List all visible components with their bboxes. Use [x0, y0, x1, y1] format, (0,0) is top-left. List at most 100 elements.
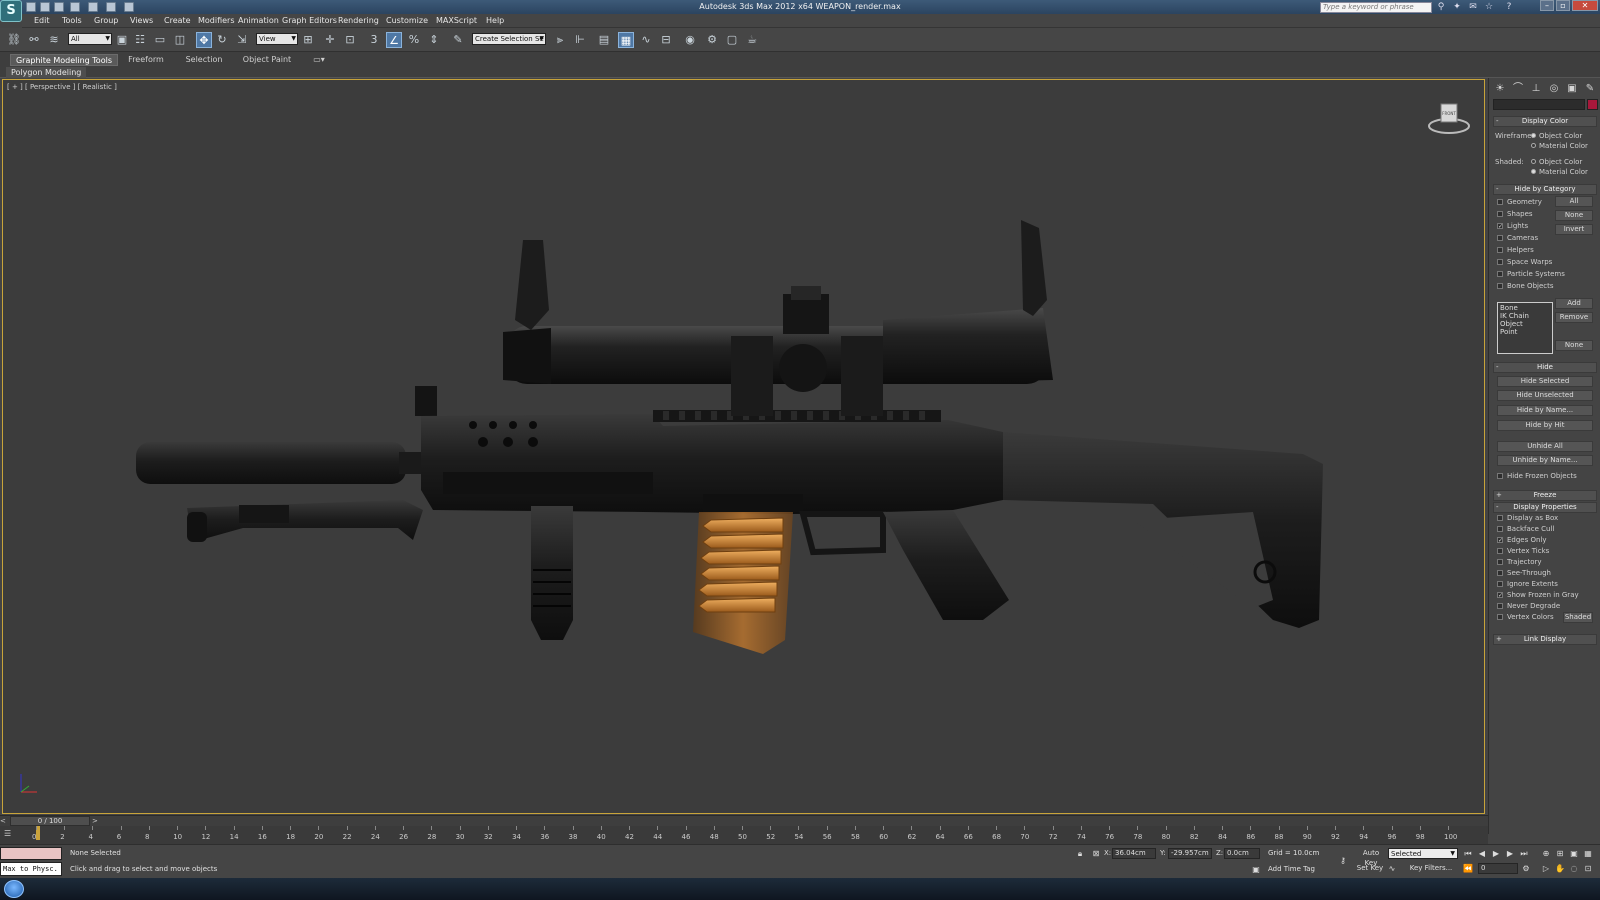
trigger-guard[interactable] [799, 511, 886, 556]
new-file-icon[interactable] [26, 2, 36, 12]
orbit-icon[interactable]: ◌ [1568, 863, 1580, 874]
layer-manager-icon[interactable]: ▤ [596, 32, 612, 48]
favorites-star-icon[interactable]: ☆ [1484, 2, 1494, 12]
project-folder-icon[interactable] [106, 2, 116, 12]
select-and-rotate-icon[interactable]: ↻ [214, 32, 230, 48]
list-item[interactable]: Point [1500, 328, 1550, 336]
select-and-move-icon[interactable]: ✥ [196, 32, 212, 48]
category-invert-button[interactable]: Invert [1555, 224, 1593, 235]
tab-selection[interactable]: Selection [176, 54, 232, 66]
suppressor[interactable] [136, 442, 406, 484]
category-checkbox[interactable] [1497, 247, 1503, 253]
select-by-name-icon[interactable]: ☷ [132, 32, 148, 48]
menu-tools[interactable]: Tools [62, 16, 82, 25]
material-editor-icon[interactable]: ◉ [682, 32, 698, 48]
category-checkbox[interactable] [1497, 235, 1503, 241]
menu-animation[interactable]: Animation [238, 16, 279, 25]
ribbon-minimize-icon[interactable]: ▭▾ [310, 54, 328, 66]
reference-coordinate-dropdown[interactable]: View ▼ [256, 33, 298, 45]
modify-tab-icon[interactable]: ⌒ [1511, 82, 1525, 96]
object-color-swatch[interactable] [1587, 99, 1598, 110]
menu-modifiers[interactable]: Modifiers [198, 16, 235, 25]
menu-customize[interactable]: Customize [386, 16, 428, 25]
bind-to-space-warp-icon[interactable]: ≋ [46, 32, 62, 48]
z-coord-field[interactable]: 0.0cm [1224, 848, 1260, 859]
hide-selected-button[interactable]: Hide Selected [1497, 376, 1593, 387]
select-object-icon[interactable]: ▣ [114, 32, 130, 48]
shaded-material-color-radio[interactable] [1531, 169, 1536, 174]
close-button[interactable]: ✕ [1572, 0, 1598, 11]
menu-views[interactable]: Views [130, 16, 153, 25]
category-none-list-button[interactable]: None [1555, 340, 1593, 351]
time-slider[interactable]: 0 / 100 < > [0, 815, 1488, 826]
display-property-checkbox[interactable] [1497, 526, 1503, 532]
display-property-checkbox[interactable] [1497, 548, 1503, 554]
save-file-icon[interactable] [54, 2, 64, 12]
keyboard-shortcut-override-icon[interactable]: ⊡ [342, 32, 358, 48]
wireframe-material-color-radio[interactable] [1531, 143, 1536, 148]
category-checkbox[interactable] [1497, 211, 1503, 217]
redo-icon[interactable] [88, 2, 98, 12]
percent-snap-icon[interactable]: % [406, 32, 422, 48]
polygon-modeling-panel[interactable]: Polygon Modeling [6, 67, 87, 78]
vertical-grip[interactable] [531, 506, 573, 640]
play-icon[interactable]: ▶ [1490, 848, 1502, 859]
communication-center-icon[interactable]: ✉ [1468, 2, 1478, 12]
tab-graphite-modeling-tools[interactable]: Graphite Modeling Tools [10, 54, 118, 66]
hide-by-hit-button[interactable]: Hide by Hit [1497, 420, 1593, 431]
object-name-field[interactable] [1493, 99, 1585, 110]
time-slider-prev-icon[interactable]: < [0, 816, 8, 826]
menu-maxscript[interactable]: MAXScript [436, 16, 477, 25]
perspective-viewport[interactable]: [ + ] [ Perspective ] [ Realistic ] FRON… [2, 79, 1485, 814]
menu-graph-editors[interactable]: Graph Editors [282, 16, 337, 25]
key-mode-toggle-icon[interactable]: ⏪ [1462, 863, 1474, 874]
menu-group[interactable]: Group [94, 16, 118, 25]
set-key-button[interactable]: Set Key [1356, 863, 1384, 874]
tangent-icon[interactable]: ∿ [1386, 863, 1398, 874]
rollout-freeze[interactable]: + Freeze [1493, 490, 1597, 501]
window-crossing-icon[interactable]: ◫ [172, 32, 188, 48]
category-none-button[interactable]: None [1555, 210, 1593, 221]
snaps-toggle-icon[interactable]: 3 [366, 32, 382, 48]
previous-frame-icon[interactable]: ◀ [1476, 848, 1488, 859]
spinner-snap-icon[interactable]: ⇕ [426, 32, 442, 48]
menu-rendering[interactable]: Rendering [338, 16, 379, 25]
mirror-icon[interactable]: ⫸ [552, 32, 568, 48]
selection-lock-icon[interactable]: 🔒︎ [1074, 848, 1086, 859]
start-button[interactable] [4, 880, 24, 898]
minimize-button[interactable]: – [1540, 0, 1554, 11]
named-selection-dropdown[interactable]: Create Selection Se ▼ [472, 33, 546, 45]
maximize-button[interactable]: ▫ [1556, 0, 1570, 11]
category-checkbox[interactable] [1497, 283, 1503, 289]
undo-icon[interactable] [70, 2, 80, 12]
unhide-all-button[interactable]: Unhide All [1497, 441, 1593, 452]
category-list[interactable]: Bone IK Chain Object Point [1497, 302, 1553, 354]
display-property-checkbox[interactable]: ✓ [1497, 592, 1503, 599]
display-property-checkbox[interactable] [1497, 603, 1503, 609]
pistol-grip[interactable] [883, 510, 1009, 620]
select-and-link-icon[interactable]: ⛓ [6, 32, 22, 48]
category-checkbox[interactable] [1497, 259, 1503, 265]
rollout-hide[interactable]: - Hide [1493, 362, 1597, 373]
curve-editor-icon[interactable]: ∿ [638, 32, 654, 48]
quick-access-dropdown-icon[interactable] [124, 2, 134, 12]
menu-create[interactable]: Create [164, 16, 191, 25]
display-property-checkbox[interactable] [1497, 614, 1503, 620]
zoom-extents-all-icon[interactable]: ▦ [1582, 848, 1594, 859]
hide-unselected-button[interactable]: Hide Unselected [1497, 390, 1593, 401]
set-keys-key-icon[interactable]: ⚷ [1334, 855, 1352, 866]
add-time-tag-button[interactable]: Add Time Tag [1268, 865, 1315, 873]
rendered-frame-window-icon[interactable]: ▢ [724, 32, 740, 48]
key-filters-button[interactable]: Key Filters... [1404, 863, 1458, 874]
scope-mount-front[interactable] [731, 336, 773, 416]
align-icon[interactable]: ⊩ [572, 32, 588, 48]
unhide-by-name-button[interactable]: Unhide by Name... [1497, 455, 1593, 466]
manipulate-icon[interactable]: ✛ [322, 32, 338, 48]
menu-edit[interactable]: Edit [34, 16, 50, 25]
rollout-hide-by-category[interactable]: - Hide by Category [1493, 184, 1597, 195]
hide-by-name-button[interactable]: Hide by Name... [1497, 405, 1593, 416]
track-bar[interactable]: ☰ 0 2 4 6 8 10 12 14 16 18 20 22 24 26 28 30 32 34 36 38 40 4… [0, 826, 1488, 844]
subscription-icon[interactable]: ✦ [1452, 2, 1462, 12]
utilities-tab-icon[interactable]: ✎ [1583, 82, 1597, 96]
field-of-view-icon[interactable]: ▷ [1540, 863, 1552, 874]
